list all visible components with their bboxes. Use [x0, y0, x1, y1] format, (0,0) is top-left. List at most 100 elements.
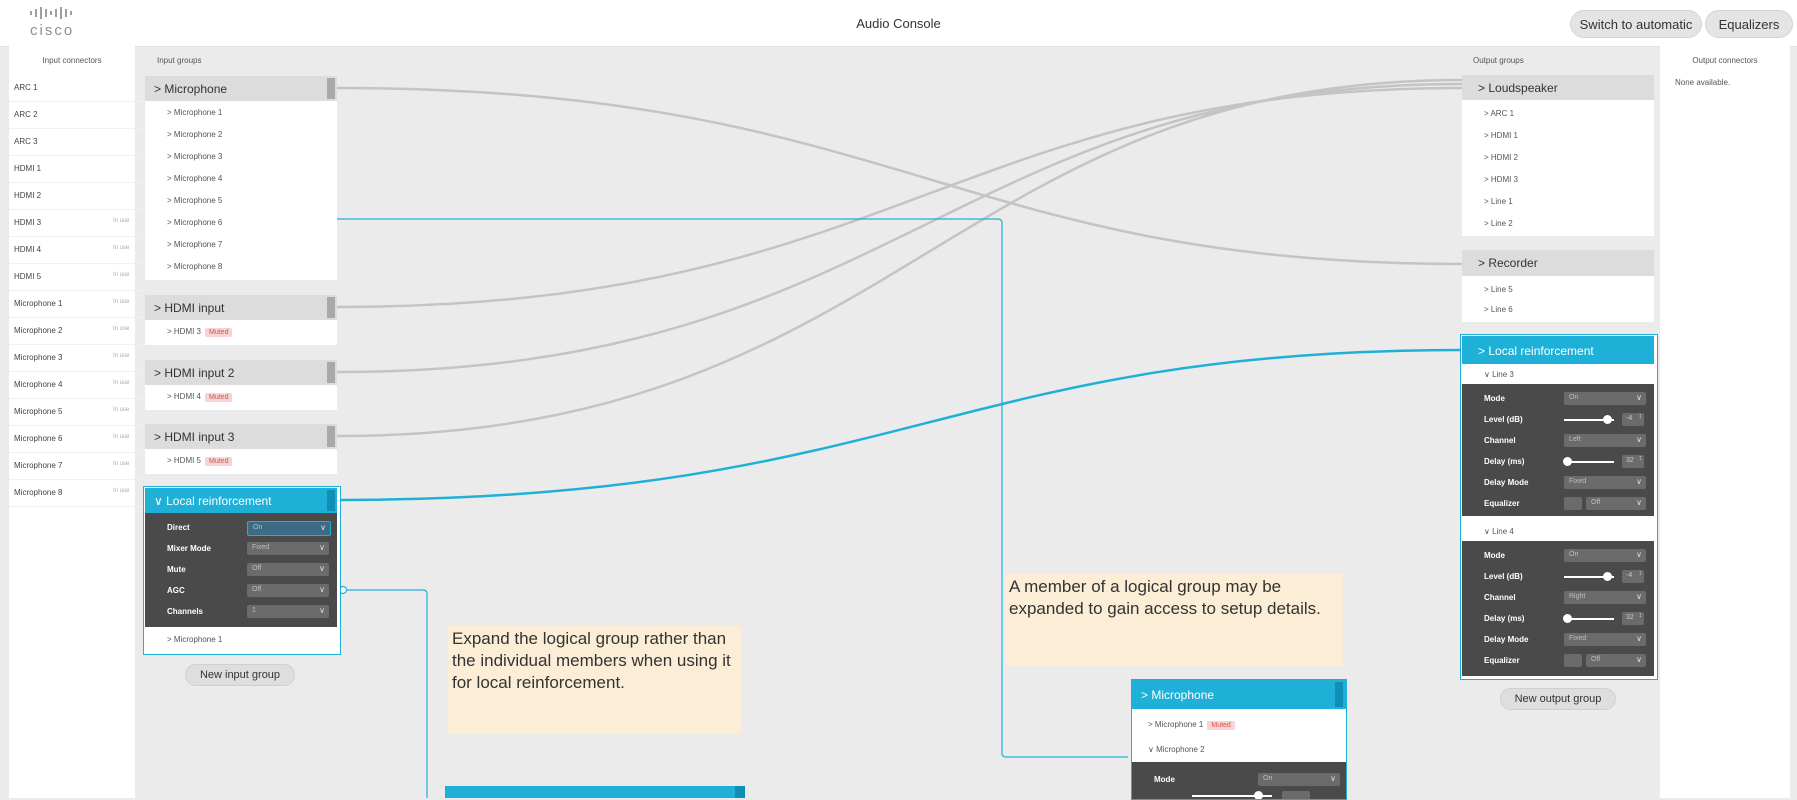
- member-microphone-6[interactable]: > Microphone 6: [167, 218, 222, 227]
- chevron-down-icon: ∨: [319, 606, 325, 615]
- member-line-6[interactable]: > Line 6: [1484, 305, 1513, 314]
- setting-select[interactable]: Fixed ∨: [247, 542, 329, 555]
- member-microphone-2[interactable]: > Microphone 2: [167, 130, 222, 139]
- select-value: Off: [252, 565, 262, 572]
- line-3-header[interactable]: ∨ Line 3: [1462, 364, 1654, 384]
- hdmi-input-members: > HDMI 3 Muted: [145, 320, 337, 345]
- setting-label: Channel: [1484, 593, 1516, 602]
- setting-slider[interactable]: [1564, 618, 1614, 620]
- member-hdmi-5[interactable]: > HDMI 5 Muted: [167, 456, 233, 466]
- equalizer-select[interactable]: Off ∨: [1586, 497, 1646, 510]
- muted-badge: Muted: [205, 457, 233, 466]
- output-group-recorder[interactable]: > Recorder: [1462, 250, 1654, 276]
- member-hdmi-2[interactable]: > HDMI 2: [1484, 153, 1518, 162]
- line-4-label: ∨ Line 4: [1484, 527, 1514, 536]
- select-value: Fixed: [252, 544, 270, 551]
- drag-handle[interactable]: [1335, 682, 1343, 707]
- setting-select[interactable]: Right ∨: [1564, 591, 1646, 604]
- member-line-1[interactable]: > Line 1: [1484, 197, 1513, 206]
- drag-handle[interactable]: [327, 362, 335, 383]
- setting-label: Delay Mode: [1484, 635, 1529, 644]
- member-microphone-1[interactable]: > Microphone 1: [167, 635, 222, 644]
- member-line-5[interactable]: > Line 5: [1484, 285, 1513, 294]
- select-value: Right: [1569, 593, 1586, 600]
- inset-member-microphone-2[interactable]: ∨ Microphone 2: [1148, 745, 1205, 754]
- drag-handle[interactable]: [327, 297, 335, 318]
- callout-member-expand: A member of a logical group may be expan…: [1005, 574, 1343, 666]
- slider-knob[interactable]: [1602, 415, 1612, 424]
- drag-handle[interactable]: [327, 426, 335, 447]
- setting-select[interactable]: On ∨: [247, 521, 331, 536]
- inset-group-microphone[interactable]: > Microphone: [1132, 680, 1346, 709]
- member-microphone-4[interactable]: > Microphone 4: [167, 174, 222, 183]
- value-stepper[interactable]: -4 ↕: [1622, 570, 1644, 583]
- drag-handle[interactable]: [327, 490, 335, 511]
- slider-knob[interactable]: [1562, 614, 1572, 623]
- inset-member-microphone-1[interactable]: > Microphone 1 Muted: [1148, 720, 1235, 730]
- chevron-down-icon: ∨: [1636, 393, 1642, 402]
- inset-local-reinforcement-partial: [445, 786, 745, 798]
- new-input-group-button[interactable]: New input group: [185, 664, 295, 686]
- setting-select[interactable]: On ∨: [1564, 392, 1646, 405]
- chevron-down-icon: ∨: [1636, 634, 1642, 643]
- select-value: Off: [1591, 656, 1601, 663]
- member-hdmi-3[interactable]: > HDMI 3: [1484, 175, 1518, 184]
- equalizer-select[interactable]: Off ∨: [1586, 654, 1646, 667]
- setting-select[interactable]: Fixed ∨: [1564, 633, 1646, 646]
- member-hdmi-3[interactable]: > HDMI 3 Muted: [167, 327, 233, 337]
- member-hdmi-4[interactable]: > HDMI 4 Muted: [167, 392, 233, 402]
- route-hdmi2-loudspeaker: [336, 82, 1463, 374]
- value-stepper[interactable]: 32 ↕: [1622, 612, 1644, 625]
- setting-label: Mode: [1484, 394, 1505, 403]
- chevron-down-icon: ∨: [319, 564, 325, 573]
- input-group-hdmi-input-2[interactable]: > HDMI input 2: [145, 360, 337, 385]
- member-microphone-1[interactable]: > Microphone 1: [167, 108, 222, 117]
- chevron-down-icon: ∨: [319, 543, 325, 552]
- stepper-value: 32: [1626, 614, 1634, 621]
- equalizer-toggle[interactable]: [1564, 654, 1582, 667]
- setting-select[interactable]: On ∨: [1564, 549, 1646, 562]
- member-microphone-8[interactable]: > Microphone 8: [167, 262, 222, 271]
- member-microphone-7[interactable]: > Microphone 7: [167, 240, 222, 249]
- member-label: > HDMI 5: [167, 456, 202, 465]
- setting-select[interactable]: Fixed ∨: [1564, 476, 1646, 489]
- select-value: On: [1569, 394, 1579, 401]
- setting-slider[interactable]: [1564, 461, 1614, 463]
- setting-select[interactable]: Off ∨: [247, 563, 329, 576]
- equalizer-toggle[interactable]: [1564, 497, 1582, 510]
- member-arc-1[interactable]: > ARC 1: [1484, 109, 1514, 118]
- stepper-value: -4: [1626, 572, 1633, 579]
- member-microphone-5[interactable]: > Microphone 5: [167, 196, 222, 205]
- input-group-hdmi-input-3[interactable]: > HDMI input 3: [145, 424, 337, 449]
- new-output-group-button[interactable]: New output group: [1500, 688, 1616, 710]
- value-stepper[interactable]: 32 ↕: [1622, 455, 1644, 468]
- value-stepper[interactable]: -4 ↕: [1622, 413, 1644, 426]
- inset-mode-select[interactable]: On ∨: [1258, 773, 1340, 786]
- line-setting-mode: Mode On ∨: [1462, 388, 1654, 409]
- line-4-header[interactable]: ∨ Line 4: [1462, 521, 1654, 541]
- setting-select[interactable]: Left ∨: [1564, 434, 1646, 447]
- slider-knob[interactable]: [1562, 457, 1572, 466]
- line-setting-mode: Mode On ∨: [1462, 545, 1654, 566]
- setting-label: Delay (ms): [1484, 614, 1525, 623]
- select-value: Off: [252, 586, 262, 593]
- group-title: > HDMI input 2: [154, 366, 235, 380]
- line-setting-delay-mode: Delay Mode Fixed ∨: [1462, 472, 1654, 493]
- muted-badge: Muted: [1207, 721, 1235, 730]
- output-group-loudspeaker[interactable]: > Loudspeaker: [1462, 75, 1654, 100]
- input-group-microphone[interactable]: > Microphone: [145, 76, 337, 101]
- member-microphone-3[interactable]: > Microphone 3: [167, 152, 222, 161]
- drag-handle[interactable]: [327, 78, 335, 99]
- setting-label: Mute: [167, 565, 186, 574]
- setting-label: Equalizer: [1484, 656, 1520, 665]
- output-group-local-reinforcement[interactable]: > Local reinforcement: [1462, 336, 1654, 364]
- input-group-local-reinforcement[interactable]: ∨ Local reinforcement: [145, 488, 337, 513]
- member-line-2[interactable]: > Line 2: [1484, 219, 1513, 228]
- setting-select[interactable]: Off ∨: [247, 584, 329, 597]
- input-group-hdmi-input[interactable]: > HDMI input: [145, 295, 337, 320]
- line-setting-level: Level (dB) -4 ↕: [1462, 409, 1654, 430]
- setting-label: Channel: [1484, 436, 1516, 445]
- slider-knob[interactable]: [1602, 572, 1612, 581]
- member-hdmi-1[interactable]: > HDMI 1: [1484, 131, 1518, 140]
- setting-select[interactable]: 1 ∨: [247, 605, 329, 618]
